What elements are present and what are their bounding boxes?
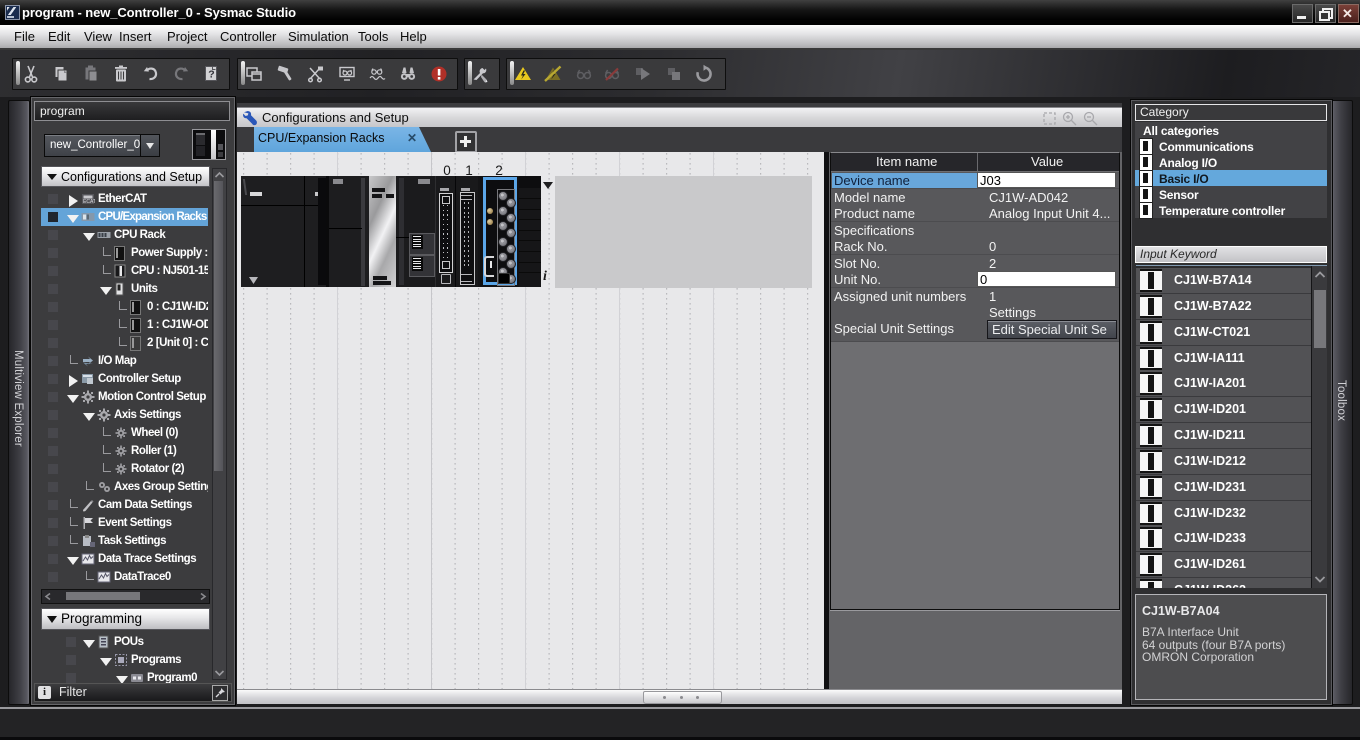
svg-text:?: ? (208, 69, 214, 81)
svg-text:ECAT: ECAT (83, 199, 95, 205)
